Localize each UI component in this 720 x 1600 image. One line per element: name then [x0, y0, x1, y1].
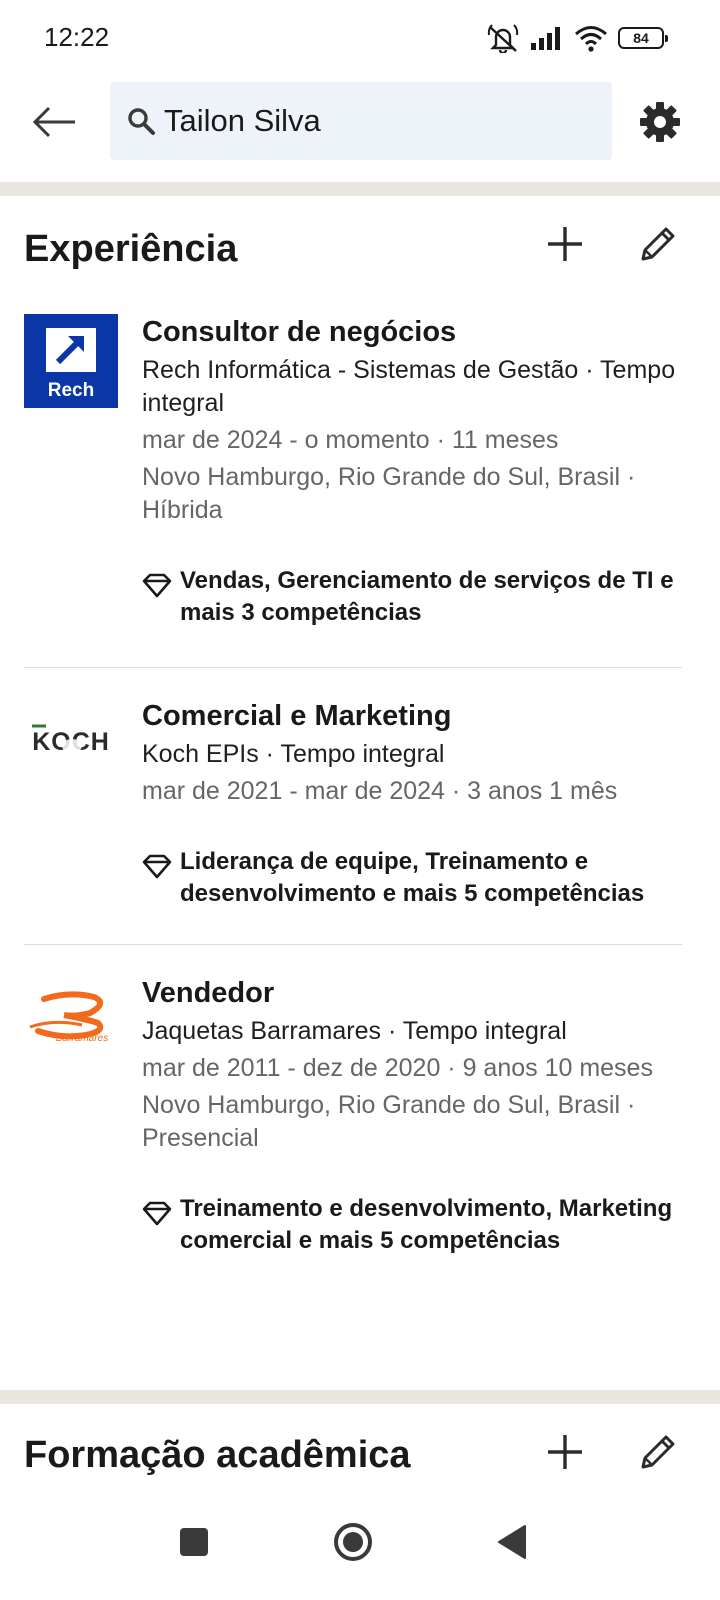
diamond-icon [142, 573, 172, 598]
wifi-icon [575, 26, 607, 52]
plus-icon [548, 227, 582, 261]
plus-icon [548, 1435, 582, 1469]
experience-section: Experiência Rech Consultor de negócios R… [0, 196, 720, 1390]
gear-icon [640, 102, 680, 142]
system-back-button[interactable] [482, 1512, 542, 1572]
section-divider [0, 1390, 720, 1404]
skills-text: Treinamento e desenvolvimento, Marketing… [180, 1195, 673, 1254]
search-icon [128, 108, 155, 135]
recents-button[interactable] [164, 1512, 224, 1572]
pencil-icon [641, 1435, 675, 1469]
job-dates: mar de 2011 - dez de 2020 · 9 anos 10 me… [142, 1054, 653, 1082]
back-button[interactable] [26, 98, 82, 146]
back-triangle-icon [498, 1525, 526, 1559]
company-logo-barramares[interactable]: Barramares [24, 975, 118, 1069]
search-input[interactable]: Tailon Silva [110, 82, 612, 160]
recents-square-icon [180, 1528, 208, 1556]
edit-experience-button[interactable] [634, 220, 682, 268]
experience-item[interactable]: Rech Consultor de negócios Rech Informát… [24, 306, 682, 667]
company-name: Rech Informática - Sistemas de Gestão · … [142, 356, 676, 417]
status-time: 12:22 [44, 22, 110, 52]
logo-text: Rech [48, 380, 94, 401]
section-title: Experiência [24, 228, 238, 270]
search-query: Tailon Silva [164, 103, 321, 138]
company-logo-rech[interactable]: Rech [24, 314, 118, 408]
skills-text: Vendas, Gerenciamento de serviços de TI … [180, 567, 674, 626]
job-title: Consultor de negócios [142, 316, 457, 348]
status-bar: 12:22 84 [0, 0, 720, 78]
skills-row[interactable]: Vendas, Gerenciamento de serviços de TI … [142, 565, 682, 629]
company-logo-koch[interactable]: KOCH [24, 698, 118, 792]
job-title: Vendedor [142, 977, 275, 1009]
company-name: Koch EPIs · Tempo integral [142, 740, 445, 768]
home-button[interactable] [323, 1512, 383, 1572]
arrow-left-icon [32, 106, 75, 138]
diamond-icon [142, 854, 172, 879]
job-dates: mar de 2021 - mar de 2024 · 3 anos 1 mês [142, 777, 618, 805]
experience-item[interactable]: KOCH Comercial e Marketing Koch EPIs · T… [24, 667, 682, 944]
pencil-icon [641, 227, 675, 261]
settings-button[interactable] [636, 98, 684, 146]
top-app-bar: Tailon Silva [0, 78, 720, 182]
logo-text: Barramares [56, 1033, 108, 1044]
battery-level: 84 [633, 30, 649, 46]
job-location: Novo Hamburgo, Rio Grande do Sul, Brasil… [142, 1091, 636, 1152]
home-circle-icon [334, 1523, 372, 1561]
section-divider [0, 182, 720, 196]
job-title: Comercial e Marketing [142, 700, 452, 732]
status-icons: 84 [486, 22, 668, 54]
mute-icon [487, 24, 519, 53]
signal-icon [531, 27, 560, 50]
experience-header: Experiência [0, 196, 720, 306]
skills-text: Liderança de equipe, Treinamento e desen… [180, 848, 645, 907]
add-education-button[interactable] [541, 1428, 589, 1476]
job-dates: mar de 2024 - o momento · 11 meses [142, 426, 559, 454]
education-section: Formação acadêmica [0, 1404, 720, 1490]
education-header: Formação acadêmica [0, 1404, 720, 1490]
edit-education-button[interactable] [634, 1428, 682, 1476]
job-location: Novo Hamburgo, Rio Grande do Sul, Brasil… [142, 463, 636, 524]
company-name: Jaquetas Barramares · Tempo integral [142, 1017, 567, 1045]
add-experience-button[interactable] [541, 220, 589, 268]
experience-item[interactable]: Barramares Vendedor Jaquetas Barramares … [24, 944, 682, 1291]
battery-icon: 84 [618, 27, 668, 49]
section-title: Formação acadêmica [24, 1434, 411, 1476]
skills-row[interactable]: Treinamento e desenvolvimento, Marketing… [142, 1193, 682, 1257]
skills-row[interactable]: Liderança de equipe, Treinamento e desen… [142, 846, 682, 910]
diamond-icon [142, 1201, 172, 1226]
system-nav-bar [0, 1490, 720, 1600]
